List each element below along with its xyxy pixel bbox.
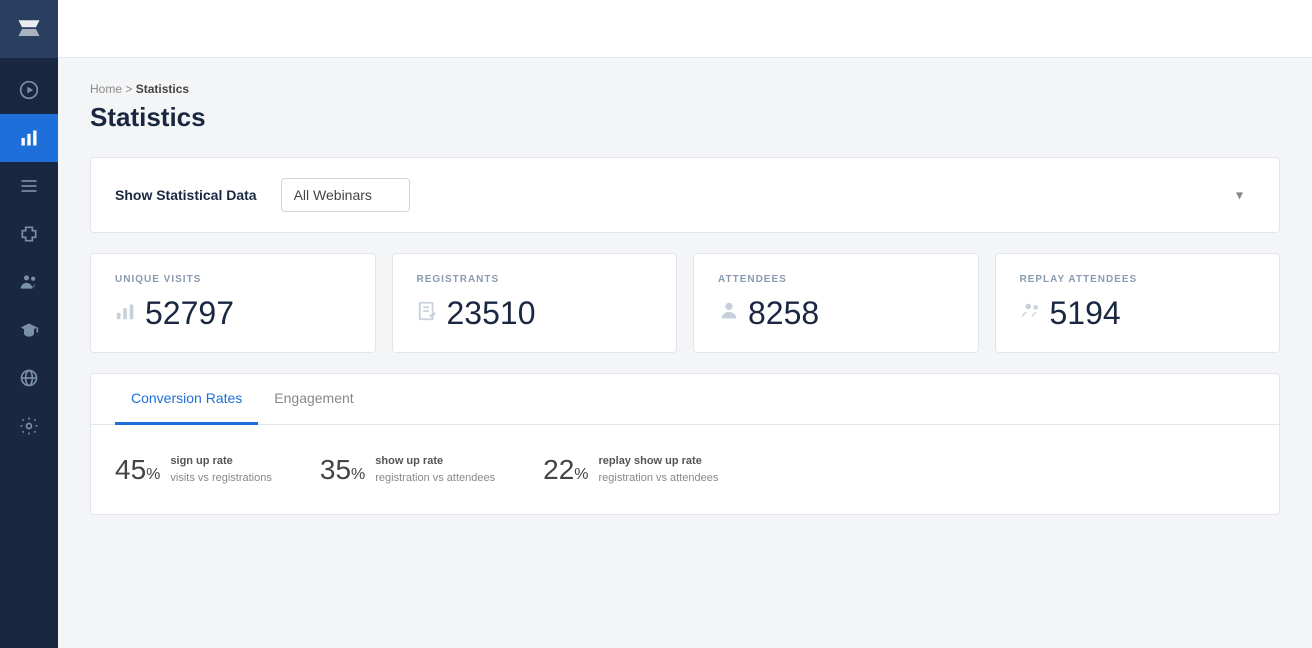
sidebar-logo [0, 0, 58, 58]
list-icon [19, 176, 39, 196]
tabs-row: Conversion Rates Engagement [91, 374, 1279, 425]
stat-value-replay-attendees: 5194 [1050, 295, 1121, 332]
sidebar-item-users[interactable] [0, 258, 58, 306]
stat-card-registrants: Registrants 23510 [392, 253, 678, 353]
stat-value-registrants: 23510 [447, 295, 536, 332]
stat-value-row-unique-visits: 52797 [115, 295, 351, 332]
sidebar-item-list[interactable] [0, 162, 58, 210]
stat-icon-registrants [417, 300, 439, 328]
stat-icon-attendees [718, 300, 740, 328]
page-title: Statistics [90, 102, 1280, 133]
filter-select[interactable]: All Webinars [281, 178, 410, 212]
tab-engagement[interactable]: Engagement [258, 374, 369, 425]
stat-label-registrants: Registrants [417, 274, 653, 285]
breadcrumb-separator: > [125, 82, 132, 96]
bar-chart-icon [19, 128, 39, 148]
stat-card-unique-visits: Unique Visits 52797 [90, 253, 376, 353]
users-icon [19, 272, 39, 292]
globe-icon [19, 368, 39, 388]
gear-icon [19, 416, 39, 436]
rate-percent-sign-up: 45% [115, 454, 160, 486]
rate-desc-show-up: show up rate registration vs attendees [375, 453, 495, 486]
play-icon [19, 80, 39, 100]
stat-value-unique-visits: 52797 [145, 295, 234, 332]
conversion-content: 45% sign up rate visits vs registrations… [91, 425, 1279, 514]
breadcrumb-home: Home [90, 82, 122, 96]
rate-desc-replay-show-up: replay show up rate registration vs atte… [599, 453, 719, 486]
stat-value-attendees: 8258 [748, 295, 819, 332]
rate-item-show-up: 35% show up rate registration vs attende… [320, 453, 495, 486]
filter-select-wrapper: All Webinars [281, 178, 1255, 212]
breadcrumb: Home > Statistics [90, 82, 1280, 96]
content-area: Home > Statistics Statistics Show Statis… [58, 58, 1312, 648]
stat-card-replay-attendees: Replay Attendees 5194 [995, 253, 1281, 353]
stat-label-replay-attendees: Replay Attendees [1020, 274, 1256, 285]
stat-value-row-attendees: 8258 [718, 295, 954, 332]
breadcrumb-current: Statistics [136, 82, 189, 96]
stat-card-attendees: Attendees 8258 [693, 253, 979, 353]
graduation-icon [19, 320, 39, 340]
sidebar-item-stats[interactable] [0, 114, 58, 162]
sidebar [0, 0, 58, 648]
stat-label-attendees: Attendees [718, 274, 954, 285]
sidebar-item-global[interactable] [0, 354, 58, 402]
stat-value-row-registrants: 23510 [417, 295, 653, 332]
sidebar-item-academy[interactable] [0, 306, 58, 354]
topbar [58, 0, 1312, 58]
sidebar-item-integrations[interactable] [0, 210, 58, 258]
rate-percent-replay-show-up: 22% [543, 454, 588, 486]
rate-item-sign-up: 45% sign up rate visits vs registrations [115, 453, 272, 486]
stat-icon-replay-attendees [1020, 300, 1042, 328]
rate-item-replay-show-up: 22% replay show up rate registration vs … [543, 453, 718, 486]
logo-icon [15, 15, 43, 43]
main-content: Home > Statistics Statistics Show Statis… [58, 0, 1312, 648]
rate-percent-show-up: 35% [320, 454, 365, 486]
conversion-card: Conversion Rates Engagement 45% sign up … [90, 373, 1280, 515]
stat-icon-unique-visits [115, 300, 137, 328]
filter-card: Show Statistical Data All Webinars [90, 157, 1280, 233]
sidebar-item-settings[interactable] [0, 402, 58, 450]
stats-grid: Unique Visits 52797 Registrants [90, 253, 1280, 353]
rate-desc-sign-up: sign up rate visits vs registrations [170, 453, 271, 486]
stat-value-row-replay-attendees: 5194 [1020, 295, 1256, 332]
stat-label-unique-visits: Unique Visits [115, 274, 351, 285]
tab-conversion-rates[interactable]: Conversion Rates [115, 374, 258, 425]
filter-label: Show Statistical Data [115, 187, 257, 203]
puzzle-icon [19, 224, 39, 244]
sidebar-item-play[interactable] [0, 66, 58, 114]
